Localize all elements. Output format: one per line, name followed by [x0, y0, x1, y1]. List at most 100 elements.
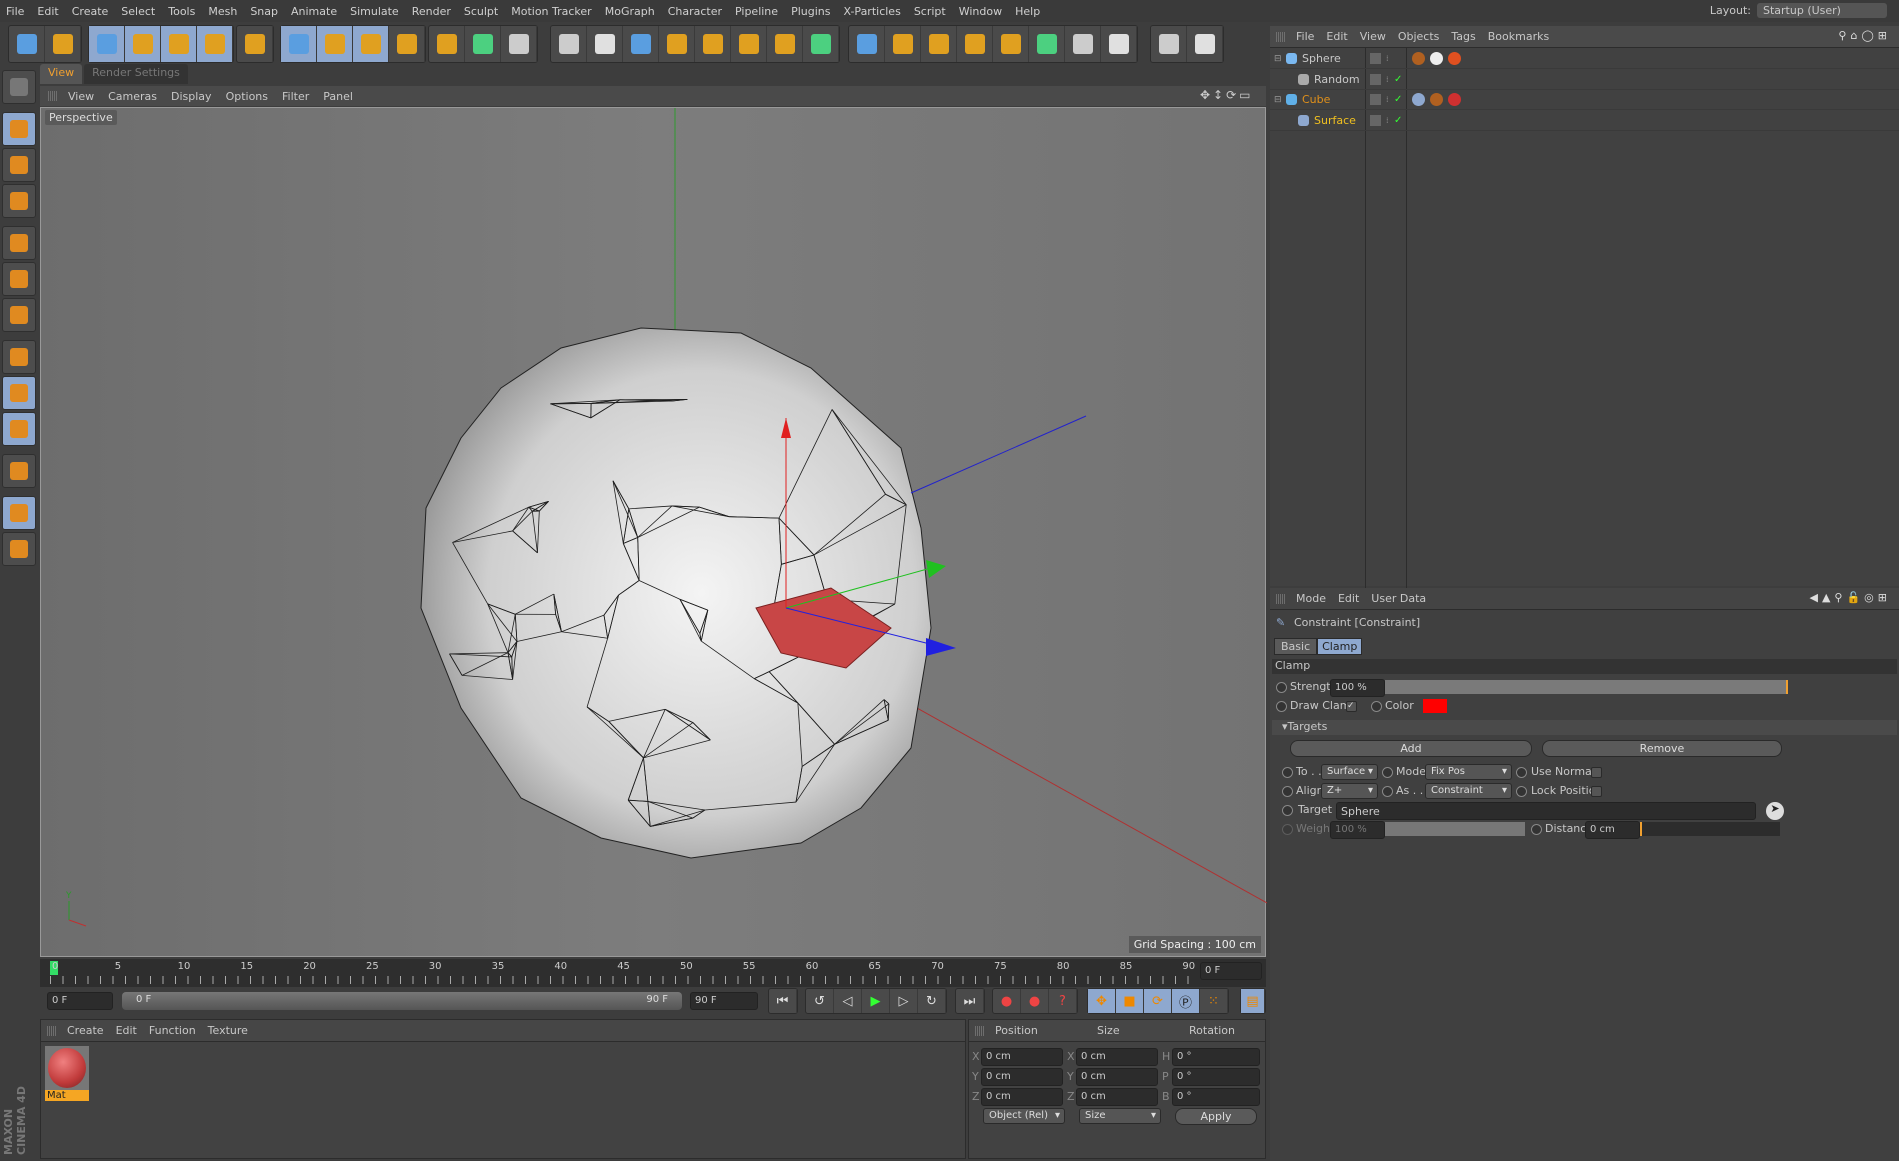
enabled-check-icon[interactable]: ✓ [1394, 74, 1402, 85]
distance-radio[interactable] [1531, 824, 1542, 835]
to-radio[interactable] [1282, 767, 1293, 778]
enabled-check-icon[interactable]: ✓ [1394, 94, 1402, 105]
menu-motion-tracker[interactable]: Motion Tracker [511, 5, 591, 18]
material-swatch[interactable]: Mat [45, 1046, 89, 1104]
distance-field[interactable]: 0 cm [1585, 821, 1640, 839]
tree-toggle-icon[interactable]: ⊟ [1274, 95, 1282, 105]
live-select-button[interactable] [237, 26, 273, 62]
coordinate-mode-dropdown[interactable]: Object (Rel) [983, 1108, 1065, 1124]
object-menu-tags[interactable]: Tags [1451, 30, 1475, 43]
tab-view[interactable]: View [40, 64, 83, 84]
use-normals-radio[interactable] [1516, 767, 1527, 778]
material-menu-edit[interactable]: Edit [116, 1024, 137, 1037]
sculpt-button[interactable] [1187, 26, 1223, 62]
layer-icon[interactable] [1370, 53, 1381, 64]
position-y-field[interactable]: 0 cm [981, 1068, 1063, 1086]
redo-button[interactable] [45, 26, 81, 62]
prev-frame-button[interactable]: ◁ [834, 989, 862, 1013]
target-link-field[interactable]: Sphere [1336, 802, 1756, 820]
visibility-dots-icon[interactable]: ⁞ [1386, 75, 1389, 84]
tweak-button[interactable] [2, 376, 36, 410]
object-row-random[interactable]: Random ⁞ ✓ [1270, 70, 1899, 90]
size-x-field[interactable]: 0 cm [1076, 1048, 1158, 1066]
x-axis-button[interactable] [281, 26, 317, 62]
menu-create[interactable]: Create [72, 5, 109, 18]
edit-render-settings-button[interactable] [501, 26, 537, 62]
size-z-field[interactable]: 0 cm [1076, 1088, 1158, 1106]
record-button[interactable]: ● [993, 989, 1021, 1013]
align-radio[interactable] [1282, 786, 1293, 797]
size-mode-dropdown[interactable]: Size [1079, 1108, 1161, 1124]
remove-button[interactable]: Remove [1542, 740, 1782, 757]
floor-button[interactable] [731, 26, 767, 62]
constraint-tag-icon[interactable] [1412, 93, 1425, 106]
light-button[interactable] [803, 26, 839, 62]
material-menu-create[interactable]: Create [67, 1024, 104, 1037]
grid-button[interactable] [2, 532, 36, 566]
layer-icon[interactable] [1370, 73, 1381, 85]
render-picture-viewer-button[interactable] [465, 26, 501, 62]
phong-tag-icon[interactable] [1412, 52, 1425, 65]
tab-render-settings[interactable]: Render Settings [84, 64, 188, 84]
prev-key-button[interactable]: ↺ [806, 989, 834, 1013]
add-button[interactable]: Add [1290, 740, 1532, 757]
texture-button[interactable] [2, 148, 36, 182]
tab-clamp[interactable]: Clamp [1317, 638, 1363, 655]
pen-button[interactable] [587, 26, 623, 62]
menu-help[interactable]: Help [1015, 5, 1040, 18]
menu-snap[interactable]: Snap [250, 5, 278, 18]
menu-simulate[interactable]: Simulate [350, 5, 399, 18]
menu-mograph[interactable]: MoGraph [605, 5, 655, 18]
size-y-field[interactable]: 0 cm [1076, 1068, 1158, 1086]
weight-slider[interactable] [1385, 822, 1525, 836]
move-button[interactable] [125, 26, 161, 62]
undo-button[interactable] [9, 26, 45, 62]
object-row-surface[interactable]: Surface ⁞ ✓ [1270, 111, 1899, 131]
layer-icon[interactable] [1370, 94, 1381, 105]
coord-system-button[interactable] [389, 26, 425, 62]
layer-icon[interactable] [1370, 114, 1381, 126]
magnet-button[interactable] [2, 454, 36, 488]
edges-button[interactable] [2, 262, 36, 296]
rotation-b-field[interactable]: 0 ° [1172, 1088, 1260, 1106]
frame-range-slider[interactable]: 0 F 90 F [122, 992, 682, 1010]
menu-select[interactable]: Select [121, 5, 155, 18]
viewport-menu-panel[interactable]: Panel [323, 90, 353, 103]
axis-button[interactable] [2, 340, 36, 374]
menu-edit[interactable]: Edit [37, 5, 58, 18]
visibility-dots-icon[interactable]: ⁞ [1386, 95, 1389, 104]
render-view-button[interactable] [429, 26, 465, 62]
viewport[interactable]: Perspective Y Grid Spacing : 100 cm [40, 107, 1267, 957]
menu-sculpt[interactable]: Sculpt [464, 5, 498, 18]
viewport-nav-icons[interactable]: ✥↕⟳▭ [1200, 88, 1254, 102]
color-radio[interactable] [1371, 701, 1382, 712]
menu-mesh[interactable]: Mesh [208, 5, 237, 18]
menu-script[interactable]: Script [914, 5, 946, 18]
menu-animate[interactable]: Animate [291, 5, 337, 18]
cube-button[interactable] [551, 26, 587, 62]
weight-field[interactable]: 100 % [1330, 821, 1385, 839]
go-to-end-button[interactable]: ⏭ [956, 989, 984, 1013]
scale-button[interactable] [161, 26, 197, 62]
rotation-p-field[interactable]: 0 ° [1172, 1068, 1260, 1086]
align-dropdown[interactable]: Z+ [1321, 783, 1378, 799]
strength-slider[interactable] [1385, 680, 1788, 694]
autokey-button[interactable]: ● [1021, 989, 1049, 1013]
apply-button[interactable]: Apply [1175, 1108, 1257, 1125]
menu-file[interactable]: File [6, 5, 24, 18]
text-button[interactable] [921, 26, 957, 62]
as-dropdown[interactable]: Constraint [1425, 783, 1512, 799]
object-manager-tools[interactable]: ⚲⌂◯⊞ [1838, 29, 1891, 42]
timeline-button[interactable]: ▤ [1241, 989, 1265, 1013]
start-frame-field[interactable]: 0 F [47, 992, 113, 1010]
layout-dropdown[interactable]: Startup (User) [1757, 3, 1887, 18]
viewport-menu-display[interactable]: Display [171, 90, 212, 103]
keyframe-help-button[interactable]: ? [1049, 989, 1077, 1013]
menu-x-particles[interactable]: X-Particles [843, 5, 900, 18]
menu-plugins[interactable]: Plugins [791, 5, 830, 18]
phong-tag-icon[interactable] [1430, 93, 1443, 106]
next-key-button[interactable]: ↻ [918, 989, 946, 1013]
visibility-dots-icon[interactable]: ⁞ [1386, 54, 1389, 63]
target-radio[interactable] [1282, 805, 1293, 816]
menu-character[interactable]: Character [668, 5, 722, 18]
